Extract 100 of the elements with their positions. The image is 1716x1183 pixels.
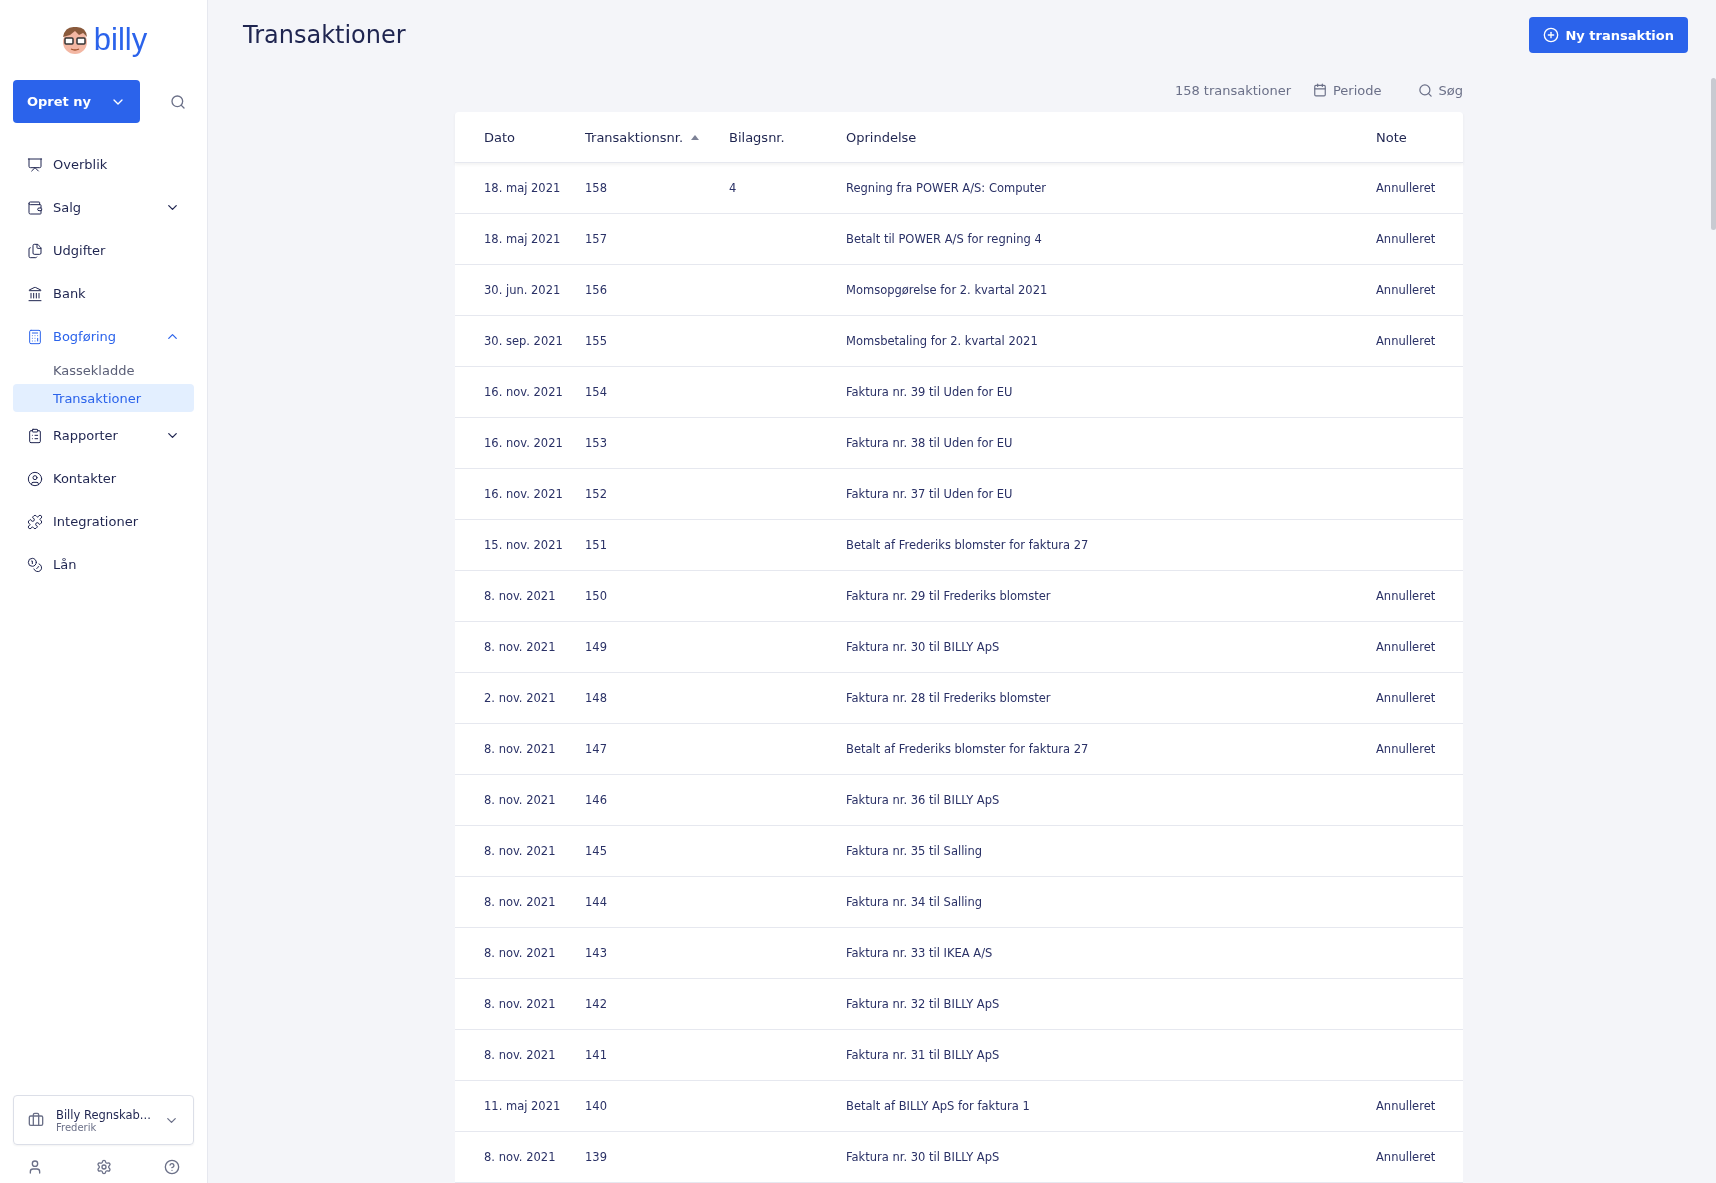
table-row[interactable]: 8. nov. 2021 143 Faktura nr. 33 til IKEA A/S bbox=[455, 928, 1463, 979]
table-cell-text: Annulleret bbox=[1376, 1099, 1437, 1113]
table-cell-text: 155 bbox=[585, 334, 608, 348]
table-cell-text: 4 bbox=[729, 181, 738, 195]
table-row[interactable]: 16. nov. 2021 152 Faktura nr. 37 til Uden for EU bbox=[455, 469, 1463, 520]
table-cell-text: Annulleret bbox=[1376, 283, 1437, 297]
table-cell-text: 11. maj 2021 bbox=[484, 1099, 562, 1113]
sidebar-item[interactable]: Bank bbox=[13, 272, 194, 315]
table-row[interactable]: 15. nov. 2021 151 Betalt af Frederiks blomster for faktura 27 bbox=[455, 520, 1463, 571]
table-row[interactable]: 8. nov. 2021 139 Faktura nr. 30 til BILLY ApS Annulleret bbox=[455, 1132, 1463, 1183]
table-cell-text: 8. nov. 2021 bbox=[484, 895, 557, 909]
table-cell-text: Faktura nr. 38 til Uden for EU bbox=[846, 436, 1014, 450]
table-cell-text: 2. nov. 2021 bbox=[484, 691, 557, 705]
column-header[interactable]: Bilagsnr. bbox=[729, 129, 846, 145]
create-new-button[interactable]: Opret ny bbox=[13, 80, 140, 123]
table-cell-text: Betalt af Frederiks blomster for faktura 27 bbox=[846, 742, 1090, 756]
organization-switcher[interactable]: Billy Regnskab... Frederik bbox=[13, 1095, 194, 1145]
table-cell-text: Annulleret bbox=[1376, 1150, 1437, 1164]
table-cell-text: 8. nov. 2021 bbox=[484, 742, 557, 756]
scrollbar-thumb[interactable] bbox=[1711, 78, 1716, 230]
table-cell-text: Regning fra POWER A/S: Computer bbox=[846, 181, 1048, 195]
settings-icon[interactable] bbox=[95, 1159, 112, 1175]
sidebar-subitem[interactable]: Kassekladde bbox=[13, 356, 194, 384]
table-cell-text: 154 bbox=[585, 385, 608, 399]
table-cell-text: Annulleret bbox=[1376, 334, 1437, 348]
table-cell-text: 156 bbox=[585, 283, 608, 297]
table-cell-text: Annulleret bbox=[1376, 691, 1437, 705]
table-cell-text: 8. nov. 2021 bbox=[484, 946, 557, 960]
clipboard-icon bbox=[27, 427, 43, 444]
table-cell-text: 30. jun. 2021 bbox=[484, 283, 562, 297]
table-row[interactable]: 30. sep. 2021 155 Momsbetaling for 2. kvartal 2021 Annulleret bbox=[455, 316, 1463, 367]
table-row[interactable]: 18. maj 2021 158 4 Regning fra POWER A/S: Computer Annulleret bbox=[455, 163, 1463, 214]
sidebar-item[interactable]: Kontakter bbox=[13, 457, 194, 500]
sidebar-item[interactable]: Rapporter bbox=[13, 414, 194, 457]
table-cell-text: 8. nov. 2021 bbox=[484, 589, 557, 603]
period-button[interactable]: Periode bbox=[1313, 82, 1382, 98]
table-cell-text: Faktura nr. 39 til Uden for EU bbox=[846, 385, 1014, 399]
table-row[interactable]: 18. maj 2021 157 Betalt til POWER A/S for regning 4 Annulleret bbox=[455, 214, 1463, 265]
table-cell-text: 150 bbox=[585, 589, 608, 603]
sidebar-item[interactable]: Udgifter bbox=[13, 229, 194, 272]
table-row[interactable]: 8. nov. 2021 142 Faktura nr. 32 til BILLY ApS bbox=[455, 979, 1463, 1030]
page-title: Transaktioner bbox=[243, 21, 406, 49]
organization-name: Billy Regnskab... bbox=[56, 1107, 152, 1122]
table-cell-text: 16. nov. 2021 bbox=[484, 385, 564, 399]
plus-circle-icon bbox=[1543, 27, 1560, 43]
table-cell-text: Faktura nr. 35 til Salling bbox=[846, 844, 984, 858]
sidebar-item[interactable]: Integrationer bbox=[13, 500, 194, 543]
table-cell-text: 16. nov. 2021 bbox=[484, 436, 564, 450]
documents-icon bbox=[27, 242, 43, 259]
help-icon[interactable] bbox=[164, 1159, 180, 1175]
new-transaction-button[interactable]: Ny transaktion bbox=[1529, 17, 1688, 53]
table-row[interactable]: 8. nov. 2021 150 Faktura nr. 29 til Frederiks blomster Annulleret bbox=[455, 571, 1463, 622]
table-row[interactable]: 11. maj 2021 140 Betalt af BILLY ApS for faktura 1 Annulleret bbox=[455, 1081, 1463, 1132]
table-row[interactable]: 8. nov. 2021 141 Faktura nr. 31 til BILLY ApS bbox=[455, 1030, 1463, 1081]
table-row[interactable]: 16. nov. 2021 153 Faktura nr. 38 til Uden for EU bbox=[455, 418, 1463, 469]
table-cell-text: 148 bbox=[585, 691, 608, 705]
table-cell-text: 144 bbox=[585, 895, 608, 909]
table-cell-text: Momsopgørelse for 2. kvartal 2021 bbox=[846, 283, 1049, 297]
table-cell-text: 8. nov. 2021 bbox=[484, 793, 557, 807]
sidebar-item[interactable]: Salg bbox=[13, 186, 194, 229]
table-cell-text: Faktura nr. 37 til Uden for EU bbox=[846, 487, 1014, 501]
table-row[interactable]: 8. nov. 2021 149 Faktura nr. 30 til BILLY ApS Annulleret bbox=[455, 622, 1463, 673]
table-cell-text: 153 bbox=[585, 436, 608, 450]
table-cell-text: 158 bbox=[585, 181, 608, 195]
sidebar-item[interactable]: Bogføring bbox=[13, 315, 194, 358]
column-header[interactable]: Note bbox=[1376, 129, 1463, 145]
presentation-board-icon bbox=[27, 156, 43, 173]
table-cell-text: Faktura nr. 31 til BILLY ApS bbox=[846, 1048, 1001, 1062]
table-cell-text: 139 bbox=[585, 1150, 608, 1164]
column-header[interactable]: Dato bbox=[484, 129, 585, 145]
sidebar-item[interactable]: Overblik bbox=[13, 143, 194, 186]
table-cell-text: 149 bbox=[585, 640, 608, 654]
table-cell-text: 18. maj 2021 bbox=[484, 181, 562, 195]
table-cell-text: Betalt til POWER A/S for regning 4 bbox=[846, 232, 1043, 246]
table-cell-text: Betalt af Frederiks blomster for faktura 27 bbox=[846, 538, 1090, 552]
table-cell-text: 143 bbox=[585, 946, 608, 960]
table-row[interactable]: 8. nov. 2021 147 Betalt af Frederiks blomster for faktura 27 Annulleret bbox=[455, 724, 1463, 775]
sidebar-item[interactable]: Lån bbox=[13, 543, 194, 586]
table-cell-text: 16. nov. 2021 bbox=[484, 487, 564, 501]
user-icon[interactable] bbox=[27, 1159, 43, 1175]
table-cell-text: 8. nov. 2021 bbox=[484, 844, 557, 858]
table-row[interactable]: 16. nov. 2021 154 Faktura nr. 39 til Uden for EU bbox=[455, 367, 1463, 418]
calendar-icon bbox=[1313, 83, 1327, 97]
table-row[interactable]: 8. nov. 2021 145 Faktura nr. 35 til Salling bbox=[455, 826, 1463, 877]
table-cell-text: Annulleret bbox=[1376, 232, 1437, 246]
table-row[interactable]: 8. nov. 2021 144 Faktura nr. 34 til Salling bbox=[455, 877, 1463, 928]
table-cell-text: 142 bbox=[585, 997, 608, 1011]
table-row[interactable]: 30. jun. 2021 156 Momsopgørelse for 2. kvartal 2021 Annulleret bbox=[455, 265, 1463, 316]
column-header[interactable]: Transaktionsnr. bbox=[585, 129, 729, 145]
sidebar-subitem[interactable]: Transaktioner bbox=[13, 384, 194, 412]
calculator-icon bbox=[27, 328, 43, 345]
table-row[interactable]: 2. nov. 2021 148 Faktura nr. 28 til Frederiks blomster Annulleret bbox=[455, 673, 1463, 724]
table-row[interactable]: 8. nov. 2021 146 Faktura nr. 36 til BILLY ApS bbox=[455, 775, 1463, 826]
search-button[interactable]: Søg bbox=[1417, 82, 1463, 98]
table-cell-text: Annulleret bbox=[1376, 742, 1437, 756]
table-cell-text: Faktura nr. 32 til BILLY ApS bbox=[846, 997, 1001, 1011]
table-cell-text: 147 bbox=[585, 742, 608, 756]
table-cell-text: Faktura nr. 34 til Salling bbox=[846, 895, 984, 909]
table-cell-text: 18. maj 2021 bbox=[484, 232, 562, 246]
column-header[interactable]: Oprindelse bbox=[846, 129, 1376, 145]
